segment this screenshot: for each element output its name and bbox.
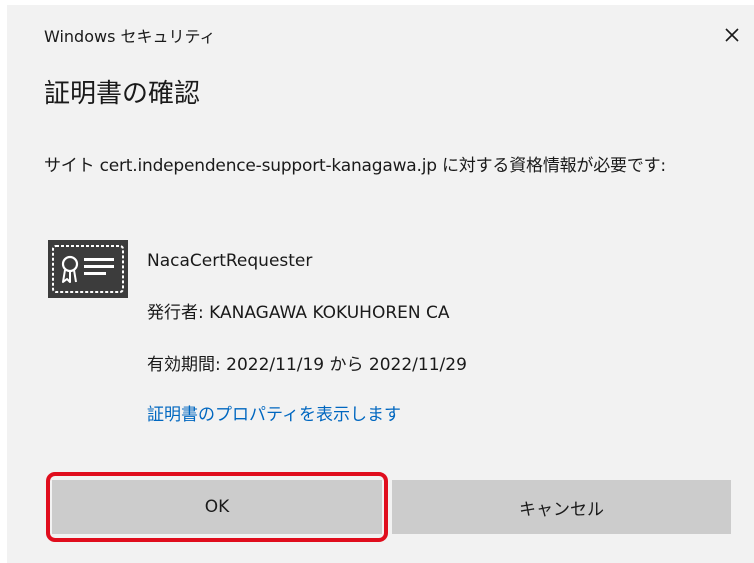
certificate-issuer: 発行者: KANAGAWA KOKUHOREN CA bbox=[147, 303, 450, 323]
certificate-icon bbox=[48, 240, 128, 298]
window-title: Windows セキュリティ bbox=[44, 27, 216, 46]
ok-button[interactable]: OK bbox=[52, 480, 382, 534]
security-dialog: Windows セキュリティ 証明書の確認 サイト cert.independe… bbox=[7, 5, 754, 563]
dialog-heading: 証明書の確認 bbox=[44, 79, 201, 109]
certificate-name: NacaCertRequester bbox=[147, 251, 313, 271]
credential-message: サイト cert.independence-support-kanagawa.j… bbox=[44, 156, 666, 176]
view-certificate-properties-link[interactable]: 証明書のプロパティを表示します bbox=[147, 404, 401, 426]
close-icon[interactable] bbox=[720, 23, 744, 47]
certificate-validity: 有効期間: 2022/11/19 から 2022/11/29 bbox=[147, 355, 467, 375]
cancel-button[interactable]: キャンセル bbox=[392, 480, 731, 534]
